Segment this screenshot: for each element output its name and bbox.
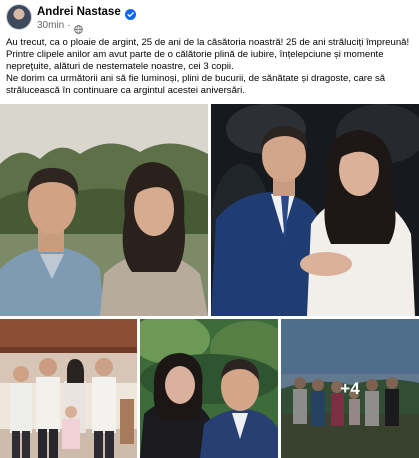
post-text-line: nepreţuite, alături de nestematele noast… [6, 61, 234, 72]
author-avatar[interactable] [6, 4, 32, 30]
author-name[interactable]: Andrei Nastase [37, 6, 121, 18]
globe-icon[interactable] [73, 21, 83, 34]
post-meta: 30min · [37, 19, 83, 34]
verified-badge-icon [124, 7, 136, 20]
post-text: Au trecut, ca o ploaie de argint, 25 de … [6, 37, 416, 97]
more-photos-overlay[interactable]: +4 [281, 319, 419, 458]
author-line: Andrei Nastase [37, 5, 136, 20]
post-text-line: strălucească în continuare ca argintul a… [6, 85, 245, 96]
photo-vintage-couple[interactable] [0, 104, 208, 316]
meta-separator: · [67, 19, 71, 31]
post-header: Andrei Nastase 30min · [6, 4, 413, 34]
photo-couple-evening[interactable] [211, 104, 419, 316]
photo-couple-selfie[interactable] [140, 319, 278, 458]
post-text-line: Printre clipele anilor am avut parte de … [6, 49, 384, 60]
photo-family-group[interactable] [0, 319, 137, 458]
post-timestamp[interactable]: 30min [37, 20, 64, 31]
photo-family-outdoor[interactable]: +4 [281, 319, 419, 458]
post-text-line: Ne dorim ca următorii ani să fie luminoș… [6, 73, 386, 84]
post-text-line: Au trecut, ca o ploaie de argint, 25 de … [6, 37, 410, 48]
photo-grid: +4 [0, 104, 419, 458]
